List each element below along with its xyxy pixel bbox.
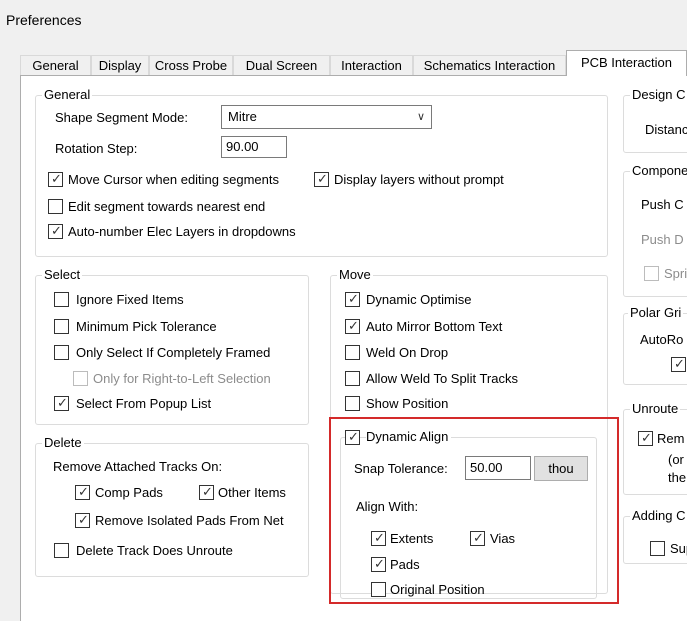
tab-dual-screen[interactable]: Dual Screen xyxy=(233,55,330,75)
tab-cross-probe[interactable]: Cross Probe xyxy=(149,55,233,75)
rem-label: Rem xyxy=(657,431,685,446)
or-label: (or xyxy=(668,452,684,467)
tab-interaction[interactable]: Interaction xyxy=(330,55,413,75)
tab-general[interactable]: General xyxy=(20,55,91,75)
distance-label: Distanc xyxy=(645,122,687,137)
edit-segment-label: Edit segment towards nearest end xyxy=(68,199,266,214)
check-icon: ✓ xyxy=(348,318,359,333)
other-items-checkbox[interactable]: ✓ xyxy=(199,484,214,500)
general-legend: General xyxy=(42,87,93,102)
popup-list-checkbox[interactable]: ✓ xyxy=(54,395,69,411)
adding-legend: Adding C xyxy=(630,508,687,523)
auto-mirror-checkbox[interactable]: ✓ xyxy=(345,318,360,334)
sup-checkbox[interactable] xyxy=(650,541,665,556)
only-framed-checkbox[interactable] xyxy=(54,345,69,360)
right-to-left-checkbox[interactable] xyxy=(73,371,88,386)
check-icon: ✓ xyxy=(641,430,652,445)
dynamic-optimise-label: Dynamic Optimise xyxy=(366,292,472,307)
move-legend: Move xyxy=(337,267,373,282)
comp-pads-checkbox[interactable]: ✓ xyxy=(75,484,90,500)
polar-group: Polar Gri xyxy=(623,305,687,385)
spri-checkbox[interactable] xyxy=(644,266,659,281)
polar-checkbox[interactable]: ✓ xyxy=(671,356,686,372)
auto-mirror-label: Auto Mirror Bottom Text xyxy=(366,319,503,334)
ignore-fixed-checkbox[interactable] xyxy=(54,292,69,307)
tab-schematics-interaction[interactable]: Schematics Interaction xyxy=(413,55,566,75)
highlight-box xyxy=(329,417,619,604)
dynamic-optimise-checkbox[interactable]: ✓ xyxy=(345,291,360,307)
only-framed-label: Only Select If Completely Framed xyxy=(76,345,271,360)
ignore-fixed-label: Ignore Fixed Items xyxy=(76,292,184,307)
rotation-step-input[interactable]: 90.00 xyxy=(221,136,287,158)
popup-list-label: Select From Popup List xyxy=(76,396,212,411)
other-items-label: Other Items xyxy=(218,485,286,500)
min-pick-checkbox[interactable] xyxy=(54,319,69,334)
auto-number-label: Auto-number Elec Layers in dropdowns xyxy=(68,224,296,239)
weld-on-drop-checkbox[interactable] xyxy=(345,345,360,360)
check-icon: ✓ xyxy=(202,484,213,499)
auto-number-checkbox[interactable]: ✓ xyxy=(48,223,63,239)
min-pick-label: Minimum Pick Tolerance xyxy=(76,319,217,334)
component-legend: Compone xyxy=(630,163,687,178)
check-icon: ✓ xyxy=(78,512,89,527)
remove-attached-label: Remove Attached Tracks On: xyxy=(53,459,223,474)
polar-legend: Polar Gri xyxy=(628,305,684,320)
check-icon: ✓ xyxy=(51,223,62,238)
unroute-legend: Unroute xyxy=(630,401,681,416)
sup-label: Sup xyxy=(670,541,687,556)
tab-display[interactable]: Display xyxy=(91,55,149,75)
chevron-down-icon: ∨ xyxy=(416,111,425,123)
comp-pads-label: Comp Pads xyxy=(95,485,163,500)
remove-isolated-checkbox[interactable]: ✓ xyxy=(75,512,90,528)
edit-segment-checkbox[interactable] xyxy=(48,199,63,214)
check-icon: ✓ xyxy=(317,171,328,186)
show-position-label: Show Position xyxy=(366,396,449,411)
remove-isolated-label: Remove Isolated Pads From Net xyxy=(95,513,284,528)
check-icon: ✓ xyxy=(674,356,685,371)
select-legend: Select xyxy=(42,267,83,282)
check-icon: ✓ xyxy=(348,291,359,306)
allow-weld-label: Allow Weld To Split Tracks xyxy=(366,371,518,386)
check-icon: ✓ xyxy=(57,395,68,410)
spri-label: Spri xyxy=(664,266,687,281)
tab-pcb-interaction[interactable]: PCB Interaction xyxy=(566,50,687,76)
right-to-left-label: Only for Right-to-Left Selection xyxy=(93,371,271,386)
shape-segment-mode-label: Shape Segment Mode: xyxy=(55,110,188,125)
the-label: the xyxy=(668,470,687,485)
move-cursor-label: Move Cursor when editing segments xyxy=(68,172,279,187)
shape-segment-mode-select[interactable]: Mitre ∨ xyxy=(221,105,432,129)
rem-checkbox[interactable]: ✓ xyxy=(638,430,653,446)
display-layers-checkbox[interactable]: ✓ xyxy=(314,171,329,187)
show-position-checkbox[interactable] xyxy=(345,396,360,411)
shape-segment-mode-value: Mitre xyxy=(228,109,257,124)
auto-ro-label: AutoRo xyxy=(640,332,684,347)
rotation-step-label: Rotation Step: xyxy=(55,141,138,156)
weld-on-drop-label: Weld On Drop xyxy=(366,345,449,360)
tab-bar: General Display Cross Probe Dual Screen … xyxy=(20,50,687,76)
display-layers-label: Display layers without prompt xyxy=(334,172,504,187)
delete-track-label: Delete Track Does Unroute xyxy=(76,543,233,558)
push-c-label: Push C xyxy=(641,197,684,212)
design-legend: Design C xyxy=(630,87,687,102)
check-icon: ✓ xyxy=(78,484,89,499)
allow-weld-checkbox[interactable] xyxy=(345,371,360,386)
delete-track-checkbox[interactable] xyxy=(54,543,69,558)
window-title: Preferences xyxy=(6,12,82,28)
adding-group: Adding C xyxy=(623,508,687,564)
delete-legend: Delete xyxy=(42,435,84,450)
check-icon: ✓ xyxy=(51,171,62,186)
move-cursor-checkbox[interactable]: ✓ xyxy=(48,171,63,187)
push-d-label: Push D xyxy=(641,232,684,247)
